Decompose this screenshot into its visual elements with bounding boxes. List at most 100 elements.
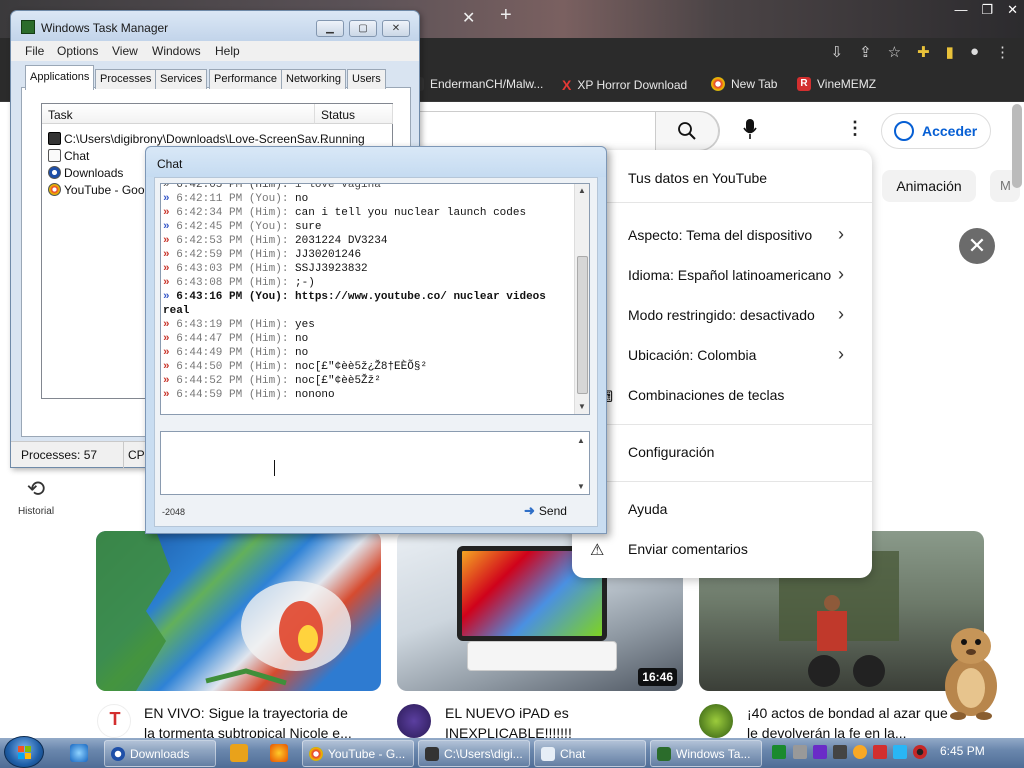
tab-users[interactable]: Users [347, 69, 386, 89]
menu-item-idioma[interactable]: Idioma: Español latinoamericano [628, 267, 831, 283]
menu-item-ayuda[interactable]: Ayuda [628, 501, 667, 517]
scroll-thumb[interactable] [577, 256, 588, 394]
message-text: no [295, 333, 309, 345]
table-row[interactable]: C:\Users\digibrony\Downloads\Love-Screen… [48, 130, 327, 147]
tray-icon[interactable] [793, 745, 807, 759]
message-timestamp: 6:42:45 PM (You): [176, 221, 296, 233]
tray-icon[interactable] [833, 745, 847, 759]
extensions-icon[interactable]: ✚ [917, 43, 930, 61]
ie-icon[interactable] [70, 744, 88, 762]
title-bar[interactable]: Chat [146, 147, 606, 177]
taskbar-button-chat[interactable]: Chat [534, 740, 646, 767]
minimize-icon[interactable]: — [954, 2, 967, 18]
message-text: noc[£"¢èè5ž¿Ž8†EÈÕ§² [295, 361, 428, 373]
message-timestamp: 6:43:16 PM (You): [176, 291, 296, 303]
tray-icon[interactable] [893, 745, 907, 759]
close-icon[interactable]: ✕ [1007, 2, 1018, 18]
video-title[interactable]: EL NUEVO iPAD es INEXPLICABLE!!!!!!! [445, 703, 675, 743]
chat-log-scrollbar[interactable]: ▲ ▼ [574, 184, 589, 414]
menu-item-aspecto[interactable]: Aspecto: Tema del dispositivo [628, 227, 812, 243]
start-button[interactable] [4, 736, 44, 768]
tab-services[interactable]: Services [155, 69, 208, 89]
send-button[interactable]: ➜ Send [524, 503, 567, 519]
message-timestamp: 6:44:47 PM (Him): [176, 333, 296, 345]
share-icon[interactable]: ⇪ [859, 43, 872, 61]
menu-item-ubicacion[interactable]: Ubicación: Colombia [628, 347, 756, 363]
video-title[interactable]: EN VIVO: Sigue la trayectoria de la torm… [144, 703, 374, 743]
more-options-icon[interactable]: ⋮ [846, 118, 864, 144]
bookmark-item[interactable]: X XP Horror Download [562, 77, 687, 93]
download-icon[interactable]: ⇩ [830, 43, 843, 61]
menu-windows[interactable]: Windows [152, 44, 201, 58]
message-continuation: real [163, 305, 190, 317]
sidepanel-icon[interactable]: ▮ [946, 43, 954, 61]
menu-help[interactable]: Help [215, 44, 240, 58]
taskbar-button-youtube[interactable]: YouTube - G... [302, 740, 414, 767]
tab-performance[interactable]: Performance [209, 69, 282, 89]
column-header-status[interactable]: Status [315, 104, 393, 124]
clock[interactable]: 6:45 PM [940, 744, 985, 758]
media-icon[interactable] [230, 744, 248, 762]
close-tab-icon[interactable]: ✕ [462, 8, 475, 28]
channel-avatar[interactable] [397, 704, 431, 738]
mic-button[interactable] [737, 118, 763, 144]
menu-item-enviar-comentarios[interactable]: Enviar comentarios [628, 541, 748, 557]
table-row[interactable]: Downloads [48, 164, 123, 181]
menu-item-configuracion[interactable]: Configuración [628, 444, 714, 460]
chip-animacion[interactable]: Animación [882, 170, 976, 202]
menu-file[interactable]: File [25, 44, 44, 58]
scroll-up-icon[interactable]: ▲ [578, 186, 586, 195]
taskbar-button-downloads[interactable]: Downloads [104, 740, 216, 767]
chevron-right-icon: › [838, 304, 844, 324]
bookmark-star-icon[interactable]: ☆ [888, 43, 901, 61]
bookmark-item[interactable]: R VineMEMZ [797, 77, 876, 91]
channel-avatar[interactable] [699, 704, 733, 738]
tab-applications[interactable]: Applications [25, 65, 95, 90]
new-tab-icon[interactable]: + [500, 4, 512, 27]
scroll-up-icon[interactable]: ▲ [577, 436, 585, 445]
menu-options[interactable]: Options [57, 44, 98, 58]
search-button[interactable] [655, 111, 719, 151]
menu-item-modo-restringido[interactable]: Modo restringido: desactivado [628, 307, 815, 323]
close-button[interactable]: ✕ [382, 20, 410, 37]
menu-view[interactable]: View [112, 44, 138, 58]
tab-networking[interactable]: Networking [281, 69, 347, 89]
sidebar-item-historial[interactable]: ⟲ Historial [14, 476, 58, 517]
page-scrollbar[interactable] [1012, 104, 1022, 188]
taskbar-button-task-manager[interactable]: Windows Ta... [650, 740, 762, 767]
minimize-button[interactable]: ▁ [316, 20, 344, 37]
tray-icon[interactable] [873, 745, 887, 759]
scroll-down-icon[interactable]: ▼ [578, 402, 586, 411]
scroll-down-icon[interactable]: ▼ [577, 482, 585, 491]
video-title[interactable]: ¡40 actos de bondad al azar que le devol… [747, 703, 977, 743]
column-header-task[interactable]: Task [42, 104, 315, 124]
menu-divider [572, 424, 872, 425]
tray-icon[interactable] [813, 745, 827, 759]
video-thumbnail[interactable] [96, 531, 381, 691]
tray-icon[interactable] [913, 745, 927, 759]
maximize-button[interactable]: ▢ [349, 20, 377, 37]
tab-processes[interactable]: Processes [95, 69, 157, 89]
close-icon[interactable]: ✕ [959, 228, 995, 264]
table-row[interactable]: Chat [48, 147, 89, 164]
sign-in-button[interactable]: Acceder [881, 113, 991, 149]
tray-icon[interactable] [853, 745, 867, 759]
app-icon[interactable] [270, 744, 288, 762]
chevron-right-icon: › [838, 264, 844, 284]
7zip-icon [48, 132, 61, 145]
bookmark-item[interactable]: New Tab [711, 77, 777, 91]
title-bar[interactable]: Windows Task Manager ▁ ▢ ✕ [11, 11, 419, 41]
profile-icon[interactable]: ● [970, 43, 979, 61]
message-arrow-icon: » [163, 361, 177, 373]
table-row[interactable]: YouTube - Googl [48, 181, 154, 198]
restore-icon[interactable]: ❐ [981, 2, 993, 18]
menu-item-tus-datos[interactable]: Tus datos en YouTube [628, 170, 767, 186]
taskbar-button-explorer[interactable]: C:\Users\digi... [418, 740, 530, 767]
tray-icon[interactable] [772, 745, 786, 759]
channel-avatar[interactable]: T [97, 704, 131, 738]
message-input[interactable]: ▲ ▼ [160, 431, 590, 495]
chrome-menu-icon[interactable]: ⋮ [995, 43, 1010, 61]
bookmark-item[interactable]: EndermanCH/Malw... [410, 77, 543, 91]
menu-item-combinaciones[interactable]: Combinaciones de teclas [628, 387, 784, 403]
message-arrow-icon: » [163, 347, 177, 359]
